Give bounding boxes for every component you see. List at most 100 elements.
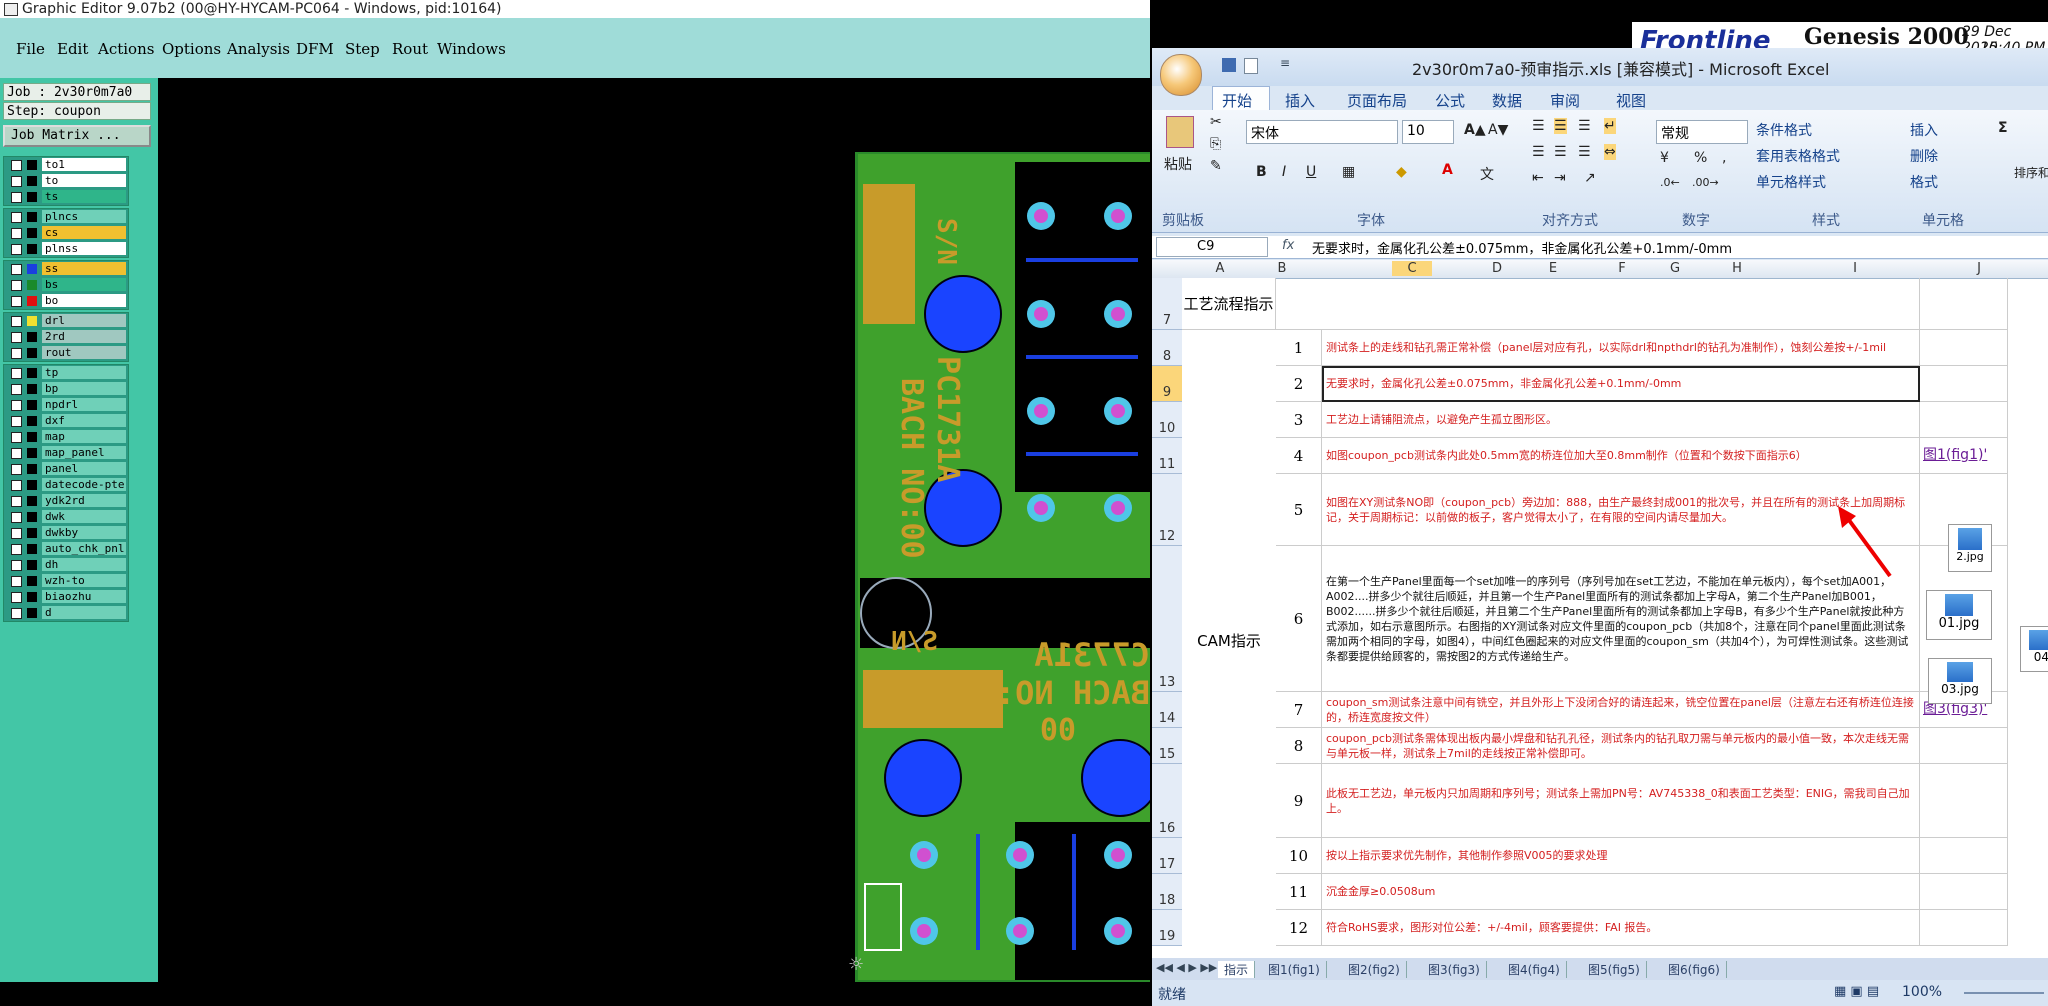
increase-decimal-icon[interactable]: .0← (1660, 176, 1680, 189)
name-box[interactable]: C9 (1156, 237, 1268, 257)
layer-name[interactable]: tp (42, 366, 126, 379)
menu-windows[interactable]: Windows (437, 40, 506, 58)
row-header[interactable]: 7 (1152, 278, 1182, 330)
image-04[interactable]: 04 (2020, 626, 2048, 672)
sheet-tab[interactable]: 图5(fig5) (1582, 961, 1647, 978)
layer-checkbox[interactable] (11, 176, 22, 187)
worksheet-grid[interactable]: A B C D E F G H I J 7 8 1 测试条上的走线和钻孔需正常补偿（p… (1152, 260, 2048, 958)
layer-row[interactable]: panel (4, 461, 128, 477)
indent-increase-icon[interactable]: ⇥ (1554, 170, 1566, 186)
layer-row[interactable]: tp (4, 365, 128, 381)
tab-formulas[interactable]: 公式 (1435, 90, 1465, 111)
row-header[interactable]: 10 (1152, 402, 1182, 438)
layer-row[interactable]: dwkby (4, 525, 128, 541)
col-header-e[interactable]: E (1538, 261, 1568, 276)
decrease-decimal-icon[interactable]: .00→ (1692, 176, 1719, 189)
cell-instruction[interactable]: 工艺边上请铺阻流点，以避免产生孤立图形区。 (1322, 402, 1920, 438)
layer-name[interactable]: cs (42, 226, 126, 239)
layer-row[interactable]: plnss (4, 241, 128, 257)
col-header-c[interactable]: C (1392, 261, 1432, 276)
col-header-a[interactable]: A (1192, 261, 1248, 276)
row-header[interactable]: 11 (1152, 438, 1182, 474)
underline-button[interactable]: U (1306, 164, 1316, 180)
layer-name[interactable]: ts (42, 190, 126, 203)
layer-name[interactable]: rout (42, 346, 126, 359)
cell-instruction[interactable]: 此板无工艺边，单元板内只加周期和序列号；测试条上需加PN号：AV745338_0… (1322, 764, 1920, 838)
sheet-tab[interactable]: 指示 (1218, 961, 1256, 978)
cell-instruction[interactable]: 如图在XY测试条NO即（coupon_pcb）旁边加：888，由生产最终封成00… (1322, 474, 1920, 546)
layer-checkbox[interactable] (11, 228, 22, 239)
font-size-box[interactable]: 10 (1402, 120, 1454, 144)
cell-instruction[interactable]: coupon_sm测试条注意中间有铣空，并且外形上下没闭合好的请连起来，铣空位置… (1322, 692, 1920, 728)
layer-checkbox[interactable] (11, 544, 22, 555)
sheet-tab[interactable]: 图2(fig2) (1342, 961, 1407, 978)
autosum-button[interactable]: Σ (1998, 120, 2008, 136)
comma-icon[interactable]: , (1722, 150, 1726, 166)
layer-name[interactable]: map_panel (42, 446, 126, 459)
currency-icon[interactable]: ¥ (1660, 150, 1669, 166)
qat-dropdown-icon[interactable]: ≡ (1280, 56, 1290, 70)
col-header-f[interactable]: F (1607, 261, 1637, 276)
menu-options[interactable]: Options (162, 40, 221, 58)
layer-checkbox[interactable] (11, 316, 22, 327)
layer-row[interactable]: wzh-to (4, 573, 128, 589)
cell-number[interactable]: 2 (1276, 366, 1322, 402)
cell-number[interactable]: 11 (1276, 874, 1322, 910)
tab-page-layout[interactable]: 页面布局 (1347, 90, 1407, 111)
layer-checkbox[interactable] (11, 160, 22, 171)
layer-checkbox[interactable] (11, 296, 22, 307)
layer-name[interactable]: plncs (42, 210, 126, 223)
format-as-table-button[interactable]: 套用表格格式 (1756, 146, 1840, 166)
col-header-b[interactable]: B (1262, 261, 1302, 276)
orientation-icon[interactable]: ↗ (1584, 170, 1596, 186)
layer-name[interactable]: 2rd (42, 330, 126, 343)
sort-filter-button[interactable]: 排序和筛选 (2014, 164, 2048, 181)
cell-number[interactable]: 4 (1276, 438, 1322, 474)
cell-instruction[interactable]: 沉金金厚≥0.0508um (1322, 874, 1920, 910)
format-cells-button[interactable]: 格式 (1910, 172, 1938, 192)
layer-name[interactable]: panel (42, 462, 126, 475)
layer-checkbox[interactable] (11, 464, 22, 475)
layer-row[interactable]: bo (4, 293, 128, 309)
layer-name[interactable]: to1 (42, 158, 126, 171)
sheet-tab[interactable]: 图4(fig4) (1502, 961, 1567, 978)
cell-instruction[interactable]: 按以上指示要求优先制作，其他制作参照V005的要求处理 (1322, 838, 1920, 874)
layer-checkbox[interactable] (11, 368, 22, 379)
layer-row[interactable]: npdrl (4, 397, 128, 413)
row-header[interactable]: 16 (1152, 764, 1182, 838)
cell-number[interactable]: 12 (1276, 910, 1322, 946)
layer-name[interactable]: datecode-pte (42, 478, 126, 491)
layer-name[interactable]: ydk2rd (42, 494, 126, 507)
cell-instruction[interactable]: 在第一个生产Panel里面每一个set加唯一的序列号（序列号加在set工艺边，不… (1322, 546, 1920, 692)
percent-button[interactable]: % (1694, 150, 1707, 166)
row-header[interactable]: 19 (1152, 910, 1182, 946)
menu-actions[interactable]: Actions (98, 40, 154, 58)
menu-edit[interactable]: Edit (57, 40, 88, 58)
layer-name[interactable]: dh (42, 558, 126, 571)
menu-rout[interactable]: Rout (392, 40, 428, 58)
layer-row[interactable]: ydk2rd (4, 493, 128, 509)
layer-checkbox[interactable] (11, 560, 22, 571)
cell-instruction[interactable]: 无要求时，金属化孔公差±0.075mm，非金属化孔公差+0.1mm/-0mm (1322, 366, 1920, 402)
layer-name[interactable]: to (42, 174, 126, 187)
col-header-g[interactable]: G (1660, 261, 1690, 276)
menu-dfm[interactable]: DFM (296, 40, 334, 58)
layer-row[interactable]: to (4, 173, 128, 189)
view-buttons-icon[interactable]: ▦ ▣ ▤ (1834, 984, 1879, 999)
menu-analysis[interactable]: Analysis (227, 40, 290, 58)
layer-checkbox[interactable] (11, 192, 22, 203)
col-header-j[interactable]: J (1964, 261, 1994, 276)
layer-checkbox[interactable] (11, 480, 22, 491)
border-icon[interactable]: ▦ (1342, 164, 1355, 180)
layer-row[interactable]: dh (4, 557, 128, 573)
hyperlink[interactable]: 图3(fig3)' (1923, 702, 1987, 717)
row-header[interactable]: 9 (1152, 366, 1182, 402)
bold-button[interactable]: B (1256, 164, 1267, 180)
layer-name[interactable]: auto_chk_pnl (42, 542, 126, 555)
layer-row[interactable]: ss (4, 261, 128, 277)
align-middle-icon[interactable]: ☰ (1554, 118, 1567, 134)
cell-number[interactable]: 1 (1276, 330, 1322, 366)
layer-checkbox[interactable] (11, 416, 22, 427)
layer-name[interactable]: npdrl (42, 398, 126, 411)
align-left-icon[interactable]: ☰ (1532, 144, 1545, 160)
